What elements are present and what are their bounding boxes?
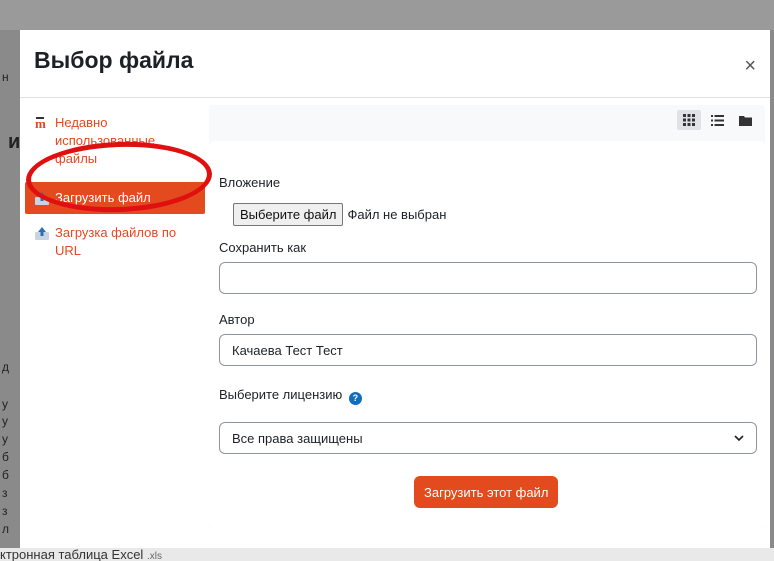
sidebar-item-label: Недавно использованные файлы [55,115,156,166]
backdrop-top-bar [0,0,774,30]
backdrop-letter: б [2,468,9,482]
author-label: Автор [219,312,255,327]
modal-body: m Недавно использованные файлы Загрузить… [20,98,770,547]
recent-files-icon: m [35,116,46,131]
modal-title: Выбор файла [34,47,194,73]
backdrop-letter: д [2,360,10,374]
tree-view-button[interactable] [733,110,757,130]
file-status-text: Файл не выбран [347,207,447,222]
backdrop-letter: у [2,432,8,446]
url-download-icon [35,227,49,240]
modal-header: Выбор файла × [20,30,770,98]
file-picker-modal: Выбор файла × m Недавно использованные ф… [20,30,770,548]
backdrop-letter: б [2,450,9,464]
repository-sidebar: m Недавно использованные файлы Загрузить… [25,110,205,264]
list-view-button[interactable] [705,110,729,130]
backdrop-letter: у [2,397,8,411]
upload-icon [35,192,49,205]
license-select[interactable]: Все права защищены [219,422,757,454]
backdrop-file-type-label: ктронная таблица Excel [0,547,144,561]
save-as-label: Сохранить как [219,240,307,255]
license-label-row: Выберите лицензию ? [219,387,362,405]
sidebar-item-upload-file[interactable]: Загрузить файл [25,182,205,214]
grid-view-icon [683,114,695,126]
view-mode-toolbar [209,105,765,135]
license-label: Выберите лицензию [219,387,343,402]
upload-this-file-button[interactable]: Загрузить этот файл [414,476,559,508]
upload-form: Вложение Выберите файл Файл не выбран Со… [209,141,765,528]
backdrop-letter: з [2,504,8,518]
backdrop-left-strip: н и д у у у б б з з л [0,30,20,548]
backdrop-letter: у [2,414,8,428]
save-as-input[interactable] [219,262,757,294]
sidebar-item-label: Загрузка файлов по URL [55,225,177,258]
backdrop-file-type-text: ктронная таблица Excel .xls [0,547,162,561]
backdrop-file-ext: .xls [146,551,162,561]
attachment-label: Вложение [219,175,281,190]
help-icon[interactable]: ? [348,391,362,405]
license-selected-value: Все права защищены [232,430,363,446]
list-view-icon [710,114,724,126]
backdrop-right-strip [770,30,774,548]
choose-file-button[interactable]: Выберите файл [233,203,344,226]
backdrop-letter: и [8,131,21,153]
backdrop-letter: з [2,486,8,500]
tree-view-icon [738,115,752,126]
file-input-row: Выберите файл Файл не выбран [233,203,446,226]
sidebar-item-label: Загрузить файл [55,190,151,205]
repository-panel: Вложение Выберите файл Файл не выбран Со… [209,105,765,528]
sidebar-item-url-download[interactable]: Загрузка файлов по URL [25,220,205,264]
backdrop-letter: н [2,70,9,84]
chevron-down-icon [734,435,744,441]
author-input[interactable] [219,334,757,366]
backdrop-letter: л [2,522,10,536]
close-button[interactable]: × [744,56,756,76]
sidebar-item-recent-files[interactable]: m Недавно использованные файлы [25,110,205,172]
grid-view-button[interactable] [677,110,701,130]
